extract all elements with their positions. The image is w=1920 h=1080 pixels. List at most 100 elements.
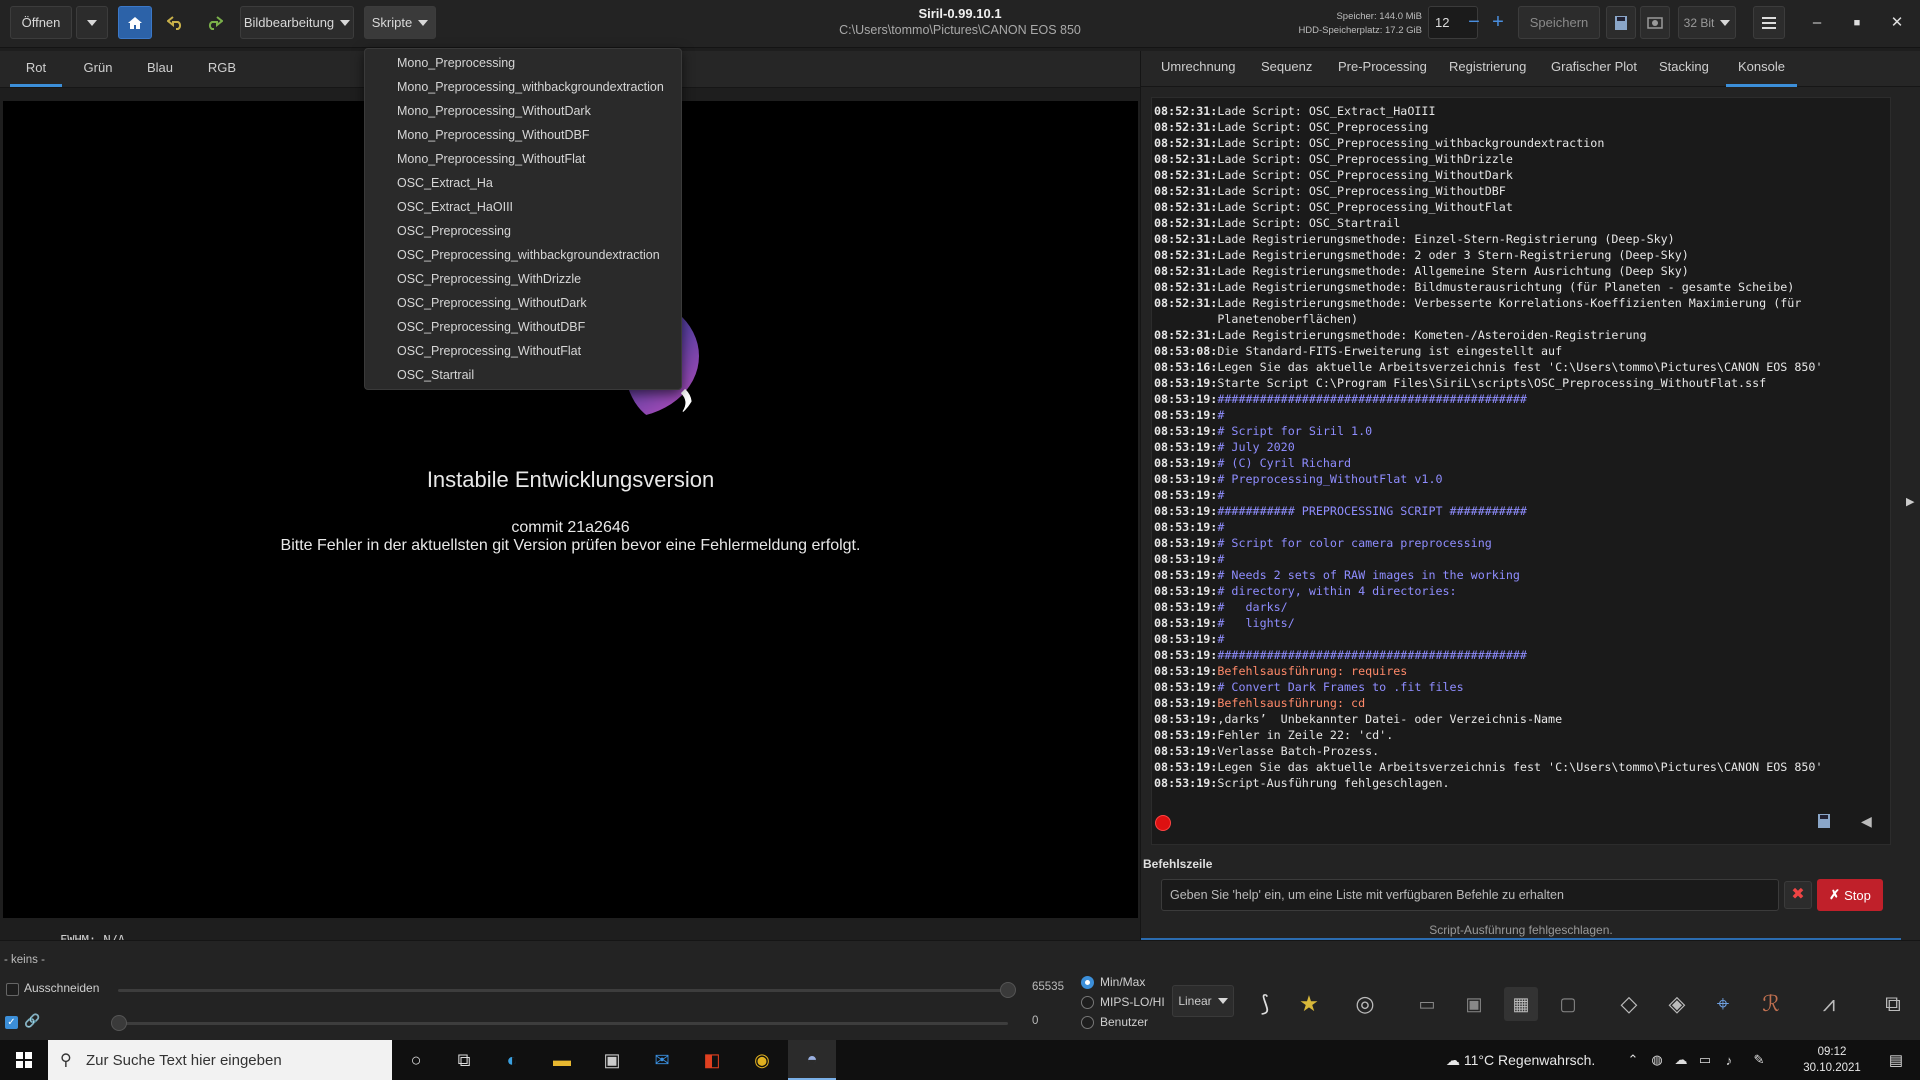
weather-widget[interactable]: ☁ 11°C Regenwahrsch. [1446,1040,1595,1080]
script-menu-item[interactable]: Mono_Preprocessing_WithoutFlat [397,147,585,171]
save-log-button[interactable] [1817,813,1837,833]
photometry-icon[interactable]: ◇ [1612,987,1646,1021]
lo-slider-handle[interactable] [111,1015,127,1031]
image-processing-menu-button[interactable]: Bildbearbeitung [240,6,354,39]
home-button[interactable] [118,6,152,39]
tab-red[interactable]: Rot [10,51,62,87]
histogram-icon[interactable]: ⩘ [1812,987,1846,1021]
script-menu-item[interactable]: OSC_Preprocessing [397,219,511,243]
windows-taskbar: ⚲ Zur Suche Text hier eingeben ○ ⧉ ◐ ▬ ▣… [0,1040,1920,1080]
tab-registration[interactable]: Registrierung [1449,51,1526,87]
layer2-icon[interactable]: ▣ [1457,987,1491,1021]
script-menu-item[interactable]: OSC_Preprocessing_WithoutFlat [397,339,581,363]
console-timestamp: 08:52:31: [1154,200,1218,214]
pen-icon[interactable]: ✎ [1746,1040,1772,1080]
console-line: 08:53:19: # (C) Cyril Richard [1154,455,1890,471]
rgb-align-icon[interactable]: ℛ [1754,987,1788,1021]
crop-checkbox[interactable] [6,983,19,996]
layer4-icon[interactable]: ▢ [1551,987,1585,1021]
layer3-icon[interactable]: ▦ [1504,987,1538,1021]
stop-button[interactable]: ✗ Stop [1817,879,1883,911]
link-checkbox[interactable]: ✓ [5,1016,18,1029]
command-input[interactable]: Geben Sie 'help' ein, um eine Liste mit … [1161,879,1779,911]
recent-dropdown-button[interactable] [76,6,108,39]
console-message: # lights/ [1217,616,1295,630]
volume-icon[interactable]: ♪ [1716,1040,1742,1080]
file-explorer-icon[interactable]: ▬ [538,1040,586,1080]
tab-preprocessing[interactable]: Pre-Processing [1338,51,1427,87]
tab-plot[interactable]: Grafischer Plot [1551,51,1637,87]
snapshot-button[interactable] [1640,6,1670,39]
siril-taskbar-icon[interactable]: ◓ [788,1040,836,1080]
tab-blue[interactable]: Blau [134,51,186,87]
cortana-icon[interactable]: ○ [392,1040,440,1080]
minmax-radio[interactable] [1081,976,1094,989]
console-log[interactable]: 08:52:31: Lade Script: OSC_Extract_HaOII… [1151,97,1891,845]
bit-depth-dropdown[interactable]: 32 Bit [1678,6,1736,39]
siril-window: Öffnen Bildbearbeitung Skripte Siril-0.9… [0,0,1920,1080]
script-menu-item[interactable]: OSC_Preprocessing_WithDrizzle [397,267,581,291]
chrome-icon[interactable]: ◉ [738,1040,786,1080]
script-menu-item[interactable]: Mono_Preprocessing [397,51,515,75]
scripts-menu-button[interactable]: Skripte [364,6,436,39]
hi-slider-handle[interactable] [1000,982,1016,998]
lo-slider-track[interactable] [118,1022,1008,1025]
save-as-button[interactable] [1606,6,1636,39]
script-menu-item[interactable]: Mono_Preprocessing_withbackgroundextract… [397,75,664,99]
star-icon[interactable]: ★ [1292,987,1326,1021]
store-icon[interactable]: ▣ [588,1040,636,1080]
script-menu-item[interactable]: OSC_Preprocessing_WithoutDBF [397,315,585,339]
taskbar-search-box[interactable]: ⚲ Zur Suche Text hier eingeben [48,1040,392,1080]
script-menu-item[interactable]: OSC_Extract_Ha [397,171,493,195]
ring-icon[interactable]: ◎ [1348,987,1382,1021]
user-radio[interactable] [1081,1016,1094,1029]
script-menu-item[interactable]: OSC_Preprocessing_withbackgroundextracti… [397,243,660,267]
tab-sequence[interactable]: Sequenz [1261,51,1312,87]
snapshot-icon[interactable]: ⧉ [1876,987,1910,1021]
open-button[interactable]: Öffnen [10,6,72,39]
mail-icon[interactable]: ✉ [638,1040,686,1080]
script-menu-item[interactable]: OSC_Preprocessing_WithoutDark [397,291,587,315]
undo-button[interactable] [160,6,192,39]
office-icon[interactable]: ◧ [688,1040,736,1080]
tray-app-icon[interactable]: ◍ [1644,1040,1670,1080]
panel-expand-icon[interactable]: ▶ [1906,495,1914,508]
tab-green[interactable]: Grün [72,51,124,87]
annotate-icon[interactable]: ◈ [1660,987,1694,1021]
notifications-icon[interactable]: ▤ [1872,1040,1920,1080]
system-clock[interactable]: 09:12 30.10.2021 [1792,1044,1872,1076]
image-selector[interactable]: - keins - [4,954,45,966]
tray-chevron-icon[interactable]: ⌃ [1620,1040,1646,1080]
crosshair-icon[interactable]: ⌖ [1706,987,1740,1021]
start-button[interactable] [0,1040,48,1080]
increment-button[interactable]: + [1486,6,1510,39]
tab-conversion[interactable]: Umrechnung [1161,51,1235,87]
onedrive-icon[interactable]: ☁ [1668,1040,1694,1080]
tab-console[interactable]: Konsole [1726,51,1797,87]
edge-icon[interactable]: ◐ [488,1040,536,1080]
network-icon[interactable]: ▭ [1692,1040,1718,1080]
command-line-label: Befehlszeile [1143,857,1213,871]
auto-stretch-icon[interactable]: ⟆ [1248,987,1282,1021]
tab-stacking[interactable]: Stacking [1659,51,1709,87]
script-menu-item[interactable]: OSC_Extract_HaOIII [397,195,513,219]
redo-button[interactable] [198,6,230,39]
main-menu-button[interactable] [1753,6,1785,39]
close-button[interactable]: ✕ [1880,10,1914,36]
tab-rgb[interactable]: RGB [196,51,248,87]
decrement-button[interactable]: − [1462,6,1486,39]
clear-log-button[interactable]: ◀ [1861,813,1881,833]
search-placeholder: Zur Suche Text hier eingeben [86,1051,282,1069]
maximize-button[interactable]: ■ [1840,10,1874,36]
minimize-button[interactable]: – [1800,10,1834,36]
save-button[interactable]: Speichern [1518,6,1600,39]
script-menu-item[interactable]: Mono_Preprocessing_WithoutDark [397,99,591,123]
script-menu-item[interactable]: Mono_Preprocessing_WithoutDBF [397,123,589,147]
script-menu-item[interactable]: OSC_Startrail [397,363,474,387]
clear-command-button[interactable]: ✖ [1784,881,1812,909]
mips-radio[interactable] [1081,996,1094,1009]
stretch-mode-dropdown[interactable]: Linear [1172,985,1234,1017]
layer1-icon[interactable]: ▭ [1410,987,1444,1021]
task-view-icon[interactable]: ⧉ [440,1040,488,1080]
hi-slider-track[interactable] [118,989,1008,992]
